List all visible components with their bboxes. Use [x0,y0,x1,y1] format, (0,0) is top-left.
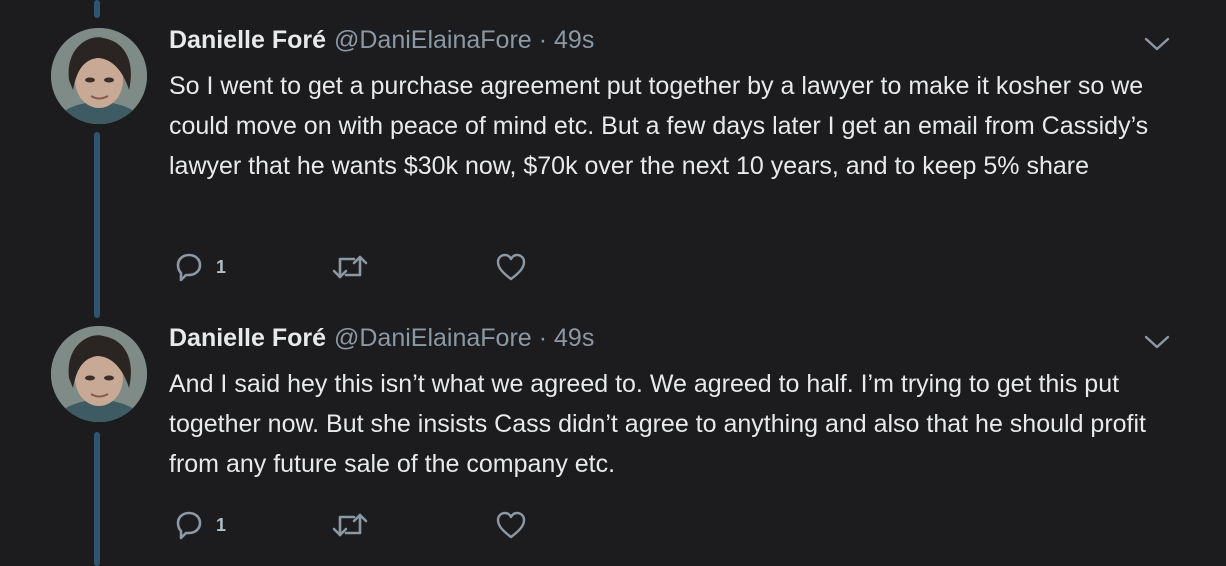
thread-line [94,0,100,18]
retweet-button[interactable] [330,251,370,283]
reply-icon [172,509,206,541]
avatar[interactable] [51,28,147,124]
reply-button[interactable]: 1 [172,509,226,541]
tweet-text: And I said hey this isn’t what we agreed… [169,370,1147,478]
reply-count: 1 [216,514,227,535]
timestamp[interactable]: 49s [554,324,594,353]
author-handle[interactable]: @DaniElainaFore [334,324,532,353]
retweet-icon [330,509,370,541]
reply-count: 1 [216,256,227,277]
separator: · [538,26,548,54]
retweet-button[interactable] [330,509,370,541]
author-name[interactable]: Danielle Foré [169,26,326,55]
tweet[interactable]: Danielle Foré @DaniElainaFore · 49s So I… [0,26,1226,296]
like-button[interactable] [494,251,528,283]
timeline: Danielle Foré @DaniElainaFore · 49s So I… [0,0,1226,566]
author-handle[interactable]: @DaniElainaFore [334,26,532,55]
reply-icon [172,251,206,283]
chevron-down-icon[interactable] [1143,34,1171,54]
avatar[interactable] [51,326,147,422]
timestamp[interactable]: 49s [554,26,594,55]
like-icon [494,251,528,283]
tweet-header: Danielle Foré @DaniElainaFore · 49s [169,324,594,360]
like-button[interactable] [494,509,528,541]
reply-button[interactable]: 1 [172,251,226,283]
retweet-icon [330,251,370,283]
tweet-text: So I went to get a purchase agreement pu… [169,72,1149,180]
chevron-down-icon[interactable] [1143,332,1171,352]
separator: · [538,324,548,352]
tweet[interactable]: Danielle Foré @DaniElainaFore · 49s And … [0,324,1226,566]
author-name[interactable]: Danielle Foré [169,324,326,353]
like-icon [494,509,528,541]
tweet-header: Danielle Foré @DaniElainaFore · 49s [169,26,594,62]
